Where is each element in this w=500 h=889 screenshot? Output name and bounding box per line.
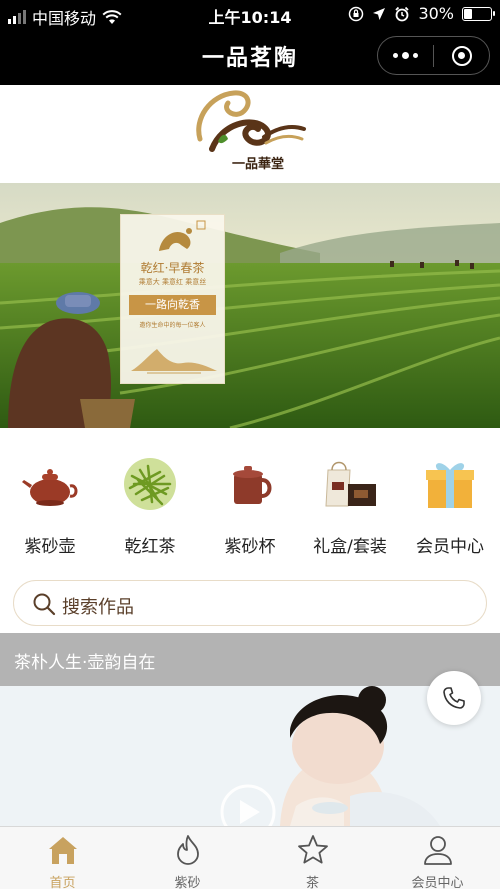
logo-swirl-icon (196, 90, 306, 152)
promo-card: 乾红·早春茶 乘意大 乘意红 乘意丝 一路向乾香 邀你生命中的每一位客人 (120, 214, 225, 384)
tab-label: 首页 (49, 876, 76, 889)
star-icon (297, 835, 328, 864)
battery-percent: 30% (418, 4, 454, 23)
category-label: 紫砂壶 (24, 537, 76, 557)
more-button[interactable] (378, 37, 433, 74)
tab-label: 紫砂 (174, 876, 201, 889)
home-icon (48, 837, 77, 864)
tab-zisha[interactable]: 紫砂 (125, 827, 250, 889)
clay-cup-icon (233, 466, 272, 504)
logo-area: 一品華堂 (0, 85, 500, 183)
logo-text: 一品華堂 (232, 157, 285, 172)
user-icon (423, 836, 452, 865)
status-bar: 中国移动 上午10:14 30% (0, 0, 500, 30)
promo-small-text: 邀你生命中的每一位客人 (139, 322, 206, 329)
video-thumbnail[interactable] (0, 686, 500, 826)
close-target-icon (451, 45, 472, 66)
search-input[interactable]: 搜索作品 (13, 580, 487, 626)
teapot-icon (22, 469, 78, 506)
miniprogram-capsule (377, 36, 490, 75)
category-label: 紫砂杯 (224, 537, 276, 557)
tab-member[interactable]: 会员中心 (375, 827, 500, 889)
category-cup[interactable]: 紫砂杯 (200, 428, 300, 573)
phone-call-button[interactable] (427, 671, 481, 725)
category-tea[interactable]: 乾红茶 (100, 428, 200, 573)
alarm-icon (395, 6, 410, 21)
qilin-logo-icon (159, 220, 206, 251)
tab-tea[interactable]: 茶 (250, 827, 375, 889)
category-label: 会员中心 (416, 537, 484, 557)
brand-logo: 一品華堂 (192, 89, 307, 175)
category-row: 紫砂壶 乾红茶 紫砂杯 礼盒/套装 会员中心 (0, 428, 500, 573)
search-placeholder: 搜索作品 (62, 597, 134, 618)
close-miniprogram-button[interactable] (434, 37, 489, 74)
tab-label: 会员中心 (411, 876, 464, 889)
rotation-lock-icon (349, 6, 364, 21)
gift-set-icon (325, 461, 376, 507)
tea-lady-image (0, 686, 500, 826)
gift-box-icon (426, 463, 474, 508)
category-gift-set[interactable]: 礼盒/套装 (300, 428, 400, 573)
section-header: 茶朴人生·壶韵自在 (0, 633, 500, 686)
search-icon (33, 593, 56, 616)
phone-icon (443, 687, 465, 709)
mountain-illustration (131, 349, 217, 374)
tab-home[interactable]: 首页 (0, 827, 125, 889)
category-label: 礼盒/套装 (313, 537, 387, 557)
category-label: 乾红茶 (124, 537, 176, 557)
battery-fill (464, 8, 472, 19)
navigation-bar: 一品茗陶 (0, 30, 500, 85)
status-right: 30% (348, 4, 495, 23)
promo-brand: 乾红·早春茶 (140, 261, 205, 275)
tab-bar: 首页 紫砂 茶 会员中心 (0, 826, 500, 889)
tab-label: 茶 (305, 876, 319, 889)
hero-banner[interactable]: 乾红·早春茶 乘意大 乘意红 乘意丝 一路向乾香 邀你生命中的每一位客人 (0, 183, 500, 428)
category-member[interactable]: 会员中心 (400, 428, 500, 573)
promo-sub: 乘意大 乘意红 乘意丝 (138, 278, 207, 286)
tea-leaves-icon (124, 458, 176, 510)
tea-field-image (0, 183, 500, 428)
section-title: 茶朴人生·壶韵自在 (14, 653, 156, 673)
promo-slogan: 一路向乾香 (129, 295, 216, 315)
location-icon (373, 7, 386, 20)
category-teapot[interactable]: 紫砂壶 (0, 428, 100, 573)
flame-icon (176, 835, 199, 865)
battery-icon (462, 6, 495, 21)
more-dots-icon (393, 52, 418, 59)
